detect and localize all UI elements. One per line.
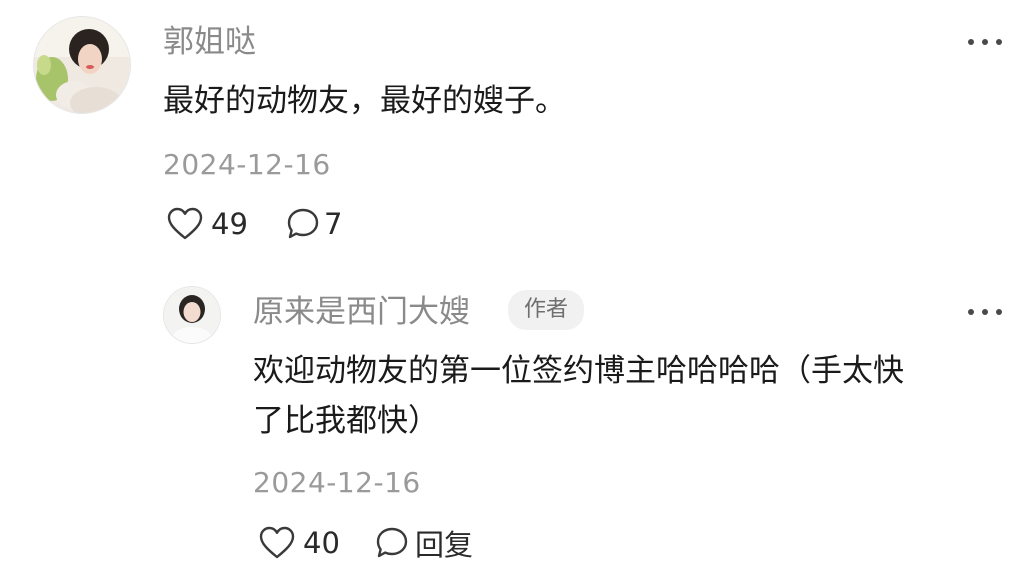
author-badge: 作者 xyxy=(508,290,585,330)
reply-username[interactable]: 原来是西门大嫂 xyxy=(253,290,470,334)
comment-like-button[interactable]: 49 xyxy=(167,204,248,244)
commenter-avatar[interactable] xyxy=(33,16,131,114)
comment-date: 2024-12-16 xyxy=(163,148,331,181)
reply-reply-label: 回复 xyxy=(415,528,474,562)
more-dots-icon xyxy=(968,309,974,315)
more-dots-icon xyxy=(968,39,974,45)
heart-outline-icon xyxy=(167,207,203,241)
comment-text: 最好的动物友，最好的嫂子。 xyxy=(163,83,566,119)
reply-reply-button[interactable]: 回复 xyxy=(375,523,473,563)
comment-like-count: 49 xyxy=(211,207,248,241)
reply-author-avatar[interactable] xyxy=(163,286,221,344)
comment-reply-count: 7 xyxy=(324,207,343,241)
reply-date: 2024-12-16 xyxy=(253,466,421,499)
heart-outline-icon xyxy=(259,526,295,560)
speech-bubble-icon xyxy=(375,526,409,560)
comment-more-button[interactable] xyxy=(968,37,1002,47)
comment-reply-button[interactable]: 7 xyxy=(286,204,342,244)
reply-more-button[interactable] xyxy=(968,307,1002,317)
reply-like-count: 40 xyxy=(303,526,340,560)
commenter-username[interactable]: 郭姐哒 xyxy=(163,22,256,62)
reply-text-line-1: 欢迎动物友的第一位签约博主哈哈哈哈（手太快 xyxy=(253,353,904,389)
reply-text-line-2: 了比我都快） xyxy=(253,403,439,439)
reply-text: 欢迎动物友的第一位签约博主哈哈哈哈（手太快 了比我都快） xyxy=(253,346,1013,446)
reply-like-button[interactable]: 40 xyxy=(259,523,340,563)
speech-bubble-icon xyxy=(286,207,320,241)
